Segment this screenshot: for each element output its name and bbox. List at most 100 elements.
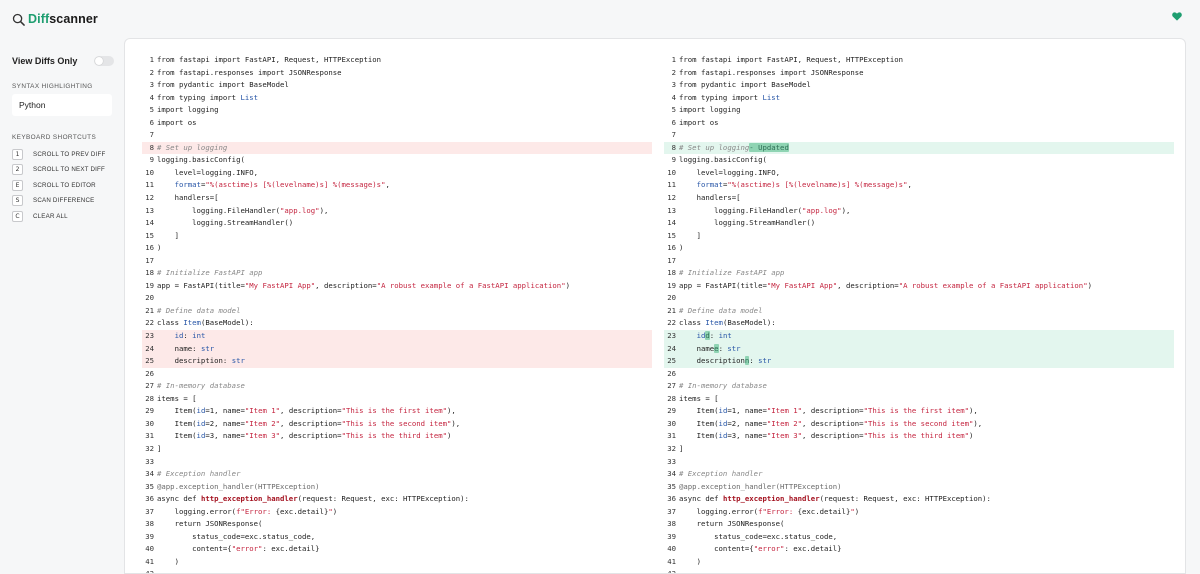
code-line: 17: [664, 255, 1174, 268]
line-number: 9: [671, 155, 676, 165]
line-code: # Define data model: [154, 305, 240, 318]
code-line: 39 status_code=exc.status_code,: [142, 531, 652, 544]
line-code: from fastapi.responses import JSONRespon…: [157, 67, 342, 77]
code-line: 29 Item(id=1, name="Item 1", description…: [142, 405, 652, 418]
line-code: class Item(BaseModel):: [679, 318, 776, 328]
line-number: 3: [671, 80, 676, 90]
code-keyword: format: [174, 180, 201, 190]
added-line: 8 # Set up logging- Updated: [664, 141, 1174, 155]
deleted-line: 23 id: int: [142, 330, 652, 343]
code-line: 27 # In-memory database: [664, 380, 1174, 393]
line-number: 41: [667, 556, 676, 566]
line-number: 30: [145, 418, 154, 428]
line-number: 25: [667, 356, 676, 366]
line-code: Item(id=2, name="Item 2", description="T…: [157, 418, 461, 428]
diff-highlight: - Updated: [749, 142, 789, 152]
code-string: "A robust example of a FastAPI applicati…: [376, 280, 566, 290]
code-line: 13 logging.FileHandler("app.log"),: [142, 205, 652, 218]
code-line: 22 class Item(BaseModel):: [664, 317, 1174, 330]
code-line: 14 logging.StreamHandler(): [142, 217, 652, 230]
code-comment: # Define data model: [157, 305, 241, 315]
line-code: import logging: [679, 105, 741, 115]
app-header: Diffscanner: [0, 0, 1200, 38]
code-function: http_exception_handler: [200, 494, 298, 504]
code-line: 4 from typing import List: [664, 92, 1174, 105]
line-number: 4: [149, 92, 154, 102]
line-code: from fastapi.responses import JSONRespon…: [679, 67, 864, 77]
line-code: ): [679, 556, 701, 566]
code-keyword: id: [196, 406, 206, 416]
deleted-line: 25 description: str: [142, 355, 652, 368]
line-code: name: str: [157, 343, 215, 353]
line-number: 17: [667, 255, 676, 265]
code-string: "error": [231, 544, 263, 554]
code-string: "Item 2": [244, 418, 281, 428]
code-line: 42: [142, 568, 652, 573]
line-code: Item(id=2, name="Item 2", description="T…: [679, 418, 983, 428]
view-diffs-only-toggle[interactable]: [94, 56, 114, 66]
code-line: 29 Item(id=1, name="Item 1", description…: [664, 405, 1174, 418]
shortcut-clear: C CLEAR ALL: [12, 210, 68, 222]
heart-icon[interactable]: [1172, 12, 1182, 21]
line-code: logging.error(f"Error: {exc.detail}"): [679, 506, 860, 516]
code-line: 34 # Exception handler: [664, 468, 1174, 481]
code-line: 18 # Initialize FastAPI app: [664, 267, 1174, 280]
code-line: 20: [664, 292, 1174, 305]
line-number: 35: [145, 481, 154, 491]
code-keyword: id: [718, 418, 728, 428]
line-number: 18: [145, 268, 154, 278]
original-code-pane[interactable]: 1 from fastapi import FastAPI, Request, H…: [142, 54, 652, 573]
code-line: 13 logging.FileHandler("app.log"),: [664, 205, 1174, 218]
code-string: "This is the third item": [863, 431, 969, 441]
line-code: handlers=[: [679, 193, 741, 203]
line-number: 19: [667, 280, 676, 290]
code-line: 16): [142, 242, 652, 255]
line-number: 40: [145, 544, 154, 554]
line-number: 8: [149, 142, 154, 152]
line-code: logging.basicConfig(: [679, 155, 767, 165]
code-line: 15 ]: [142, 230, 652, 243]
line-number: 29: [667, 406, 676, 416]
line-code: logging.StreamHandler(): [679, 218, 816, 228]
line-number: 38: [667, 519, 676, 529]
code-string: "%(asctime)s [%(levelname)s] %(message)s…: [205, 180, 386, 190]
code-line: 15 ]: [664, 230, 1174, 243]
code-line: 36 async def http_exception_handler(reque…: [142, 493, 652, 506]
line-code: logging.FileHandler("app.log"),: [157, 205, 329, 215]
code-line: 31 Item(id=3, name="Item 3", description…: [664, 430, 1174, 443]
line-number: 12: [667, 193, 676, 203]
code-function: http_exception_handler: [722, 494, 820, 504]
line-code: # Initialize FastAPI app: [676, 267, 784, 280]
shortcut-next-diff: 2 SCROLL TO NEXT DIFF: [12, 164, 105, 176]
code-comment: # Exception handler: [157, 469, 241, 479]
line-number: 4: [671, 92, 676, 102]
line-code: format="%(asctime)s [%(levelname)s] %(me…: [174, 180, 390, 190]
line-number: 28: [145, 393, 154, 403]
code-line: 5 import logging: [664, 104, 1174, 117]
line-code: Item(id=3, name="Item 3", description="T…: [679, 431, 974, 441]
line-code: ]: [679, 443, 684, 453]
line-code: handlers=[: [157, 193, 219, 203]
line-number: 42: [667, 569, 676, 574]
line-code: @app.exception_handler(HTTPException): [676, 481, 842, 494]
code-line: 33: [664, 456, 1174, 469]
diff-highlight: n: [744, 356, 750, 366]
code-comment: # Define data model: [679, 305, 763, 315]
code-decorator: @app.exception_handler(HTTPException): [679, 481, 842, 491]
modified-code-pane[interactable]: 1 from fastapi import FastAPI, Request, H…: [664, 54, 1174, 574]
line-code: # Set up logging: [154, 142, 227, 155]
line-number: 23: [145, 331, 154, 341]
line-number: 31: [145, 431, 154, 441]
code-string: "My FastAPI App": [244, 280, 316, 290]
line-number: 25: [145, 356, 154, 366]
app-logo[interactable]: Diffscanner: [12, 12, 98, 26]
code-line: 1 from fastapi import FastAPI, Request, H…: [142, 54, 652, 67]
line-number: 14: [145, 218, 154, 228]
code-string: f"Error:: [236, 506, 276, 516]
language-select[interactable]: Python: [12, 94, 112, 116]
